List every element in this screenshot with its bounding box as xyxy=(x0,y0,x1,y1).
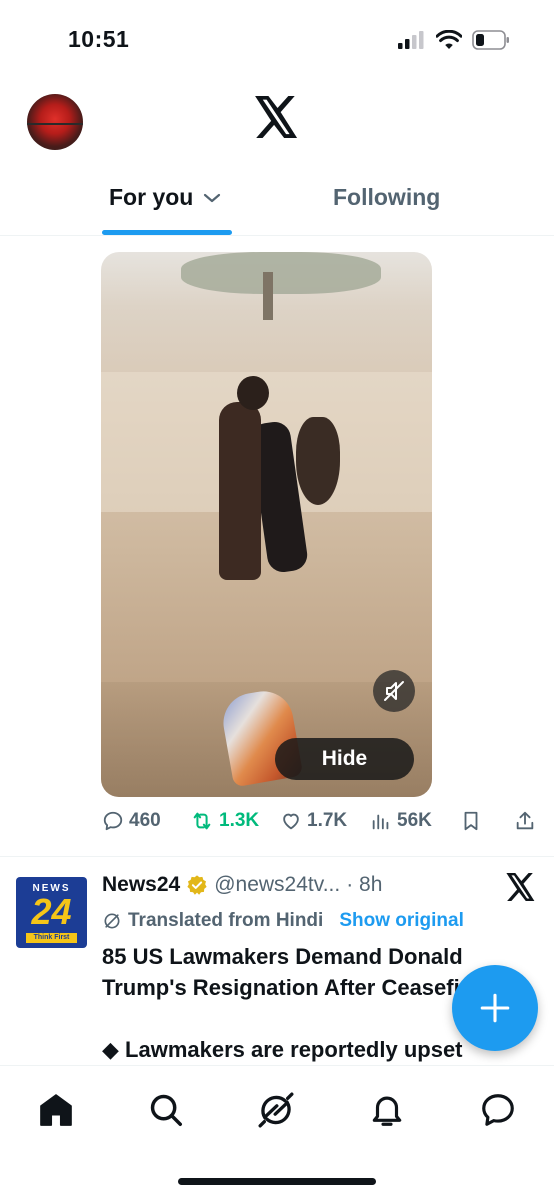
translated-label: Translated from Hindi xyxy=(128,910,324,931)
share-button[interactable] xyxy=(514,810,536,832)
notifications-icon xyxy=(372,1096,402,1126)
active-tab-indicator xyxy=(102,230,232,235)
nav-notifications[interactable] xyxy=(367,1090,407,1130)
show-original-link[interactable]: Show original xyxy=(339,910,464,932)
post-actions: 460 1.3K 1.7K 56K xyxy=(102,810,542,842)
views-button[interactable]: 56K xyxy=(370,810,432,832)
translation-bar: Translated from Hindi Show original xyxy=(102,910,464,932)
heart-icon xyxy=(283,813,299,830)
author-name[interactable]: News24 xyxy=(102,873,180,897)
nav-home[interactable] xyxy=(36,1090,76,1130)
post-text-line: 85 US Lawmakers Demand Donald xyxy=(102,944,463,969)
tab-following[interactable]: Following xyxy=(333,184,440,211)
tab-for-you[interactable]: For you xyxy=(109,184,221,211)
reply-count: 460 xyxy=(129,810,161,831)
news24-avatar[interactable]: NEWS 24 Think First xyxy=(16,877,87,948)
status-icons xyxy=(398,30,510,50)
bookmark-icon xyxy=(464,811,478,831)
hide-button[interactable]: Hide xyxy=(275,738,414,780)
bookmark-button[interactable] xyxy=(460,810,482,832)
status-bar: 10:51 xyxy=(0,0,554,80)
nav-messages[interactable] xyxy=(478,1090,518,1130)
post-text-bullet: ◆ Lawmakers are reportedly upset xyxy=(102,1037,463,1062)
battery-icon xyxy=(472,30,509,50)
author-handle[interactable]: @news24tv... xyxy=(214,873,340,897)
like-count: 1.7K xyxy=(307,810,348,831)
video-player[interactable]: Hide xyxy=(101,252,432,797)
verified-badge-icon xyxy=(187,875,207,895)
bottom-nav xyxy=(0,1065,554,1199)
views-icon xyxy=(372,814,389,830)
like-button[interactable]: 1.7K xyxy=(280,810,347,832)
plus-icon xyxy=(480,993,510,1023)
feed-tabs: For you Following xyxy=(0,170,554,236)
chevron-down-icon[interactable] xyxy=(203,192,221,204)
nav-search[interactable] xyxy=(146,1090,186,1130)
repost-count: 1.3K xyxy=(219,810,260,831)
share-icon xyxy=(516,811,534,830)
grok-icon xyxy=(258,1092,294,1128)
wifi-icon xyxy=(436,30,462,49)
post-time: · 8h xyxy=(346,873,383,896)
nav-grok[interactable] xyxy=(256,1090,296,1130)
avatar-tagline: Think First xyxy=(26,933,77,943)
repost-button[interactable]: 1.3K xyxy=(190,810,259,832)
reply-icon xyxy=(103,811,123,831)
post-header: News24 @news24tv... · 8h xyxy=(102,873,382,897)
avatar-number-text: 24 xyxy=(31,891,72,932)
repost-icon xyxy=(193,812,211,830)
x-logo-icon[interactable] xyxy=(506,873,536,901)
home-indicator xyxy=(178,1178,376,1185)
mute-toggle-button[interactable] xyxy=(373,670,415,712)
translate-icon xyxy=(104,913,120,929)
compose-post-button[interactable] xyxy=(452,965,538,1051)
home-icon xyxy=(40,1094,72,1126)
x-logo-icon[interactable] xyxy=(255,96,299,138)
profile-avatar[interactable] xyxy=(27,94,83,150)
status-time: 10:51 xyxy=(68,26,130,52)
messages-icon xyxy=(482,1094,514,1126)
speaker-muted-icon xyxy=(384,681,404,701)
reply-button[interactable]: 460 xyxy=(102,810,161,832)
cellular-signal-icon xyxy=(398,31,424,49)
tab-following-label: Following xyxy=(333,184,441,210)
tab-for-you-label: For you xyxy=(109,184,194,210)
view-count: 56K xyxy=(397,810,432,831)
search-icon xyxy=(150,1094,182,1126)
top-header xyxy=(0,80,554,170)
